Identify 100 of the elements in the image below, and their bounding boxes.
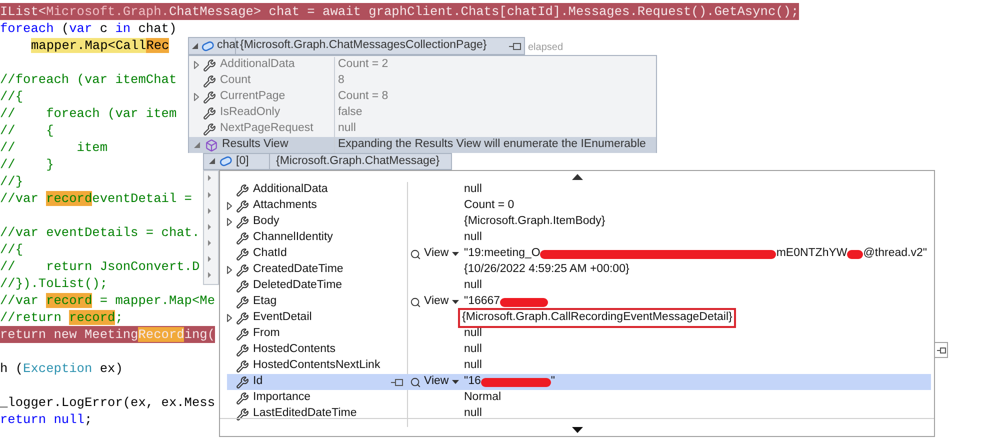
search-icon[interactable] (410, 248, 421, 260)
expand-icon[interactable] (194, 61, 199, 69)
member-name: HostedContentsNextLink (253, 358, 382, 374)
code-line: //var recordeventDetail = (0, 190, 192, 207)
value-text: null (464, 230, 482, 246)
member-row[interactable]: ChatId View "19:meeting_O mE0NTZhYW @thread.v2" (227, 246, 931, 262)
value-text: null (464, 326, 482, 342)
collapse-icon[interactable] (209, 158, 216, 165)
member-row[interactable]: CurrentPage Count = 8 (189, 89, 656, 105)
member-row[interactable]: NextPageRequest null (189, 121, 656, 137)
value-text: "16 (464, 374, 481, 390)
member-row[interactable]: Count 8 (189, 73, 656, 89)
member-row[interactable]: Attachments Count = 0 (227, 198, 931, 214)
code-line: // } (0, 156, 54, 173)
expand-icon[interactable] (194, 93, 199, 101)
member-name: From (253, 326, 281, 342)
pin-tab[interactable] (934, 342, 948, 358)
member-row[interactable]: EventDetail {Microsoft.Graph.CallRecordingEventMessageDetail} (227, 310, 931, 326)
lozenge-icon (219, 156, 233, 167)
code-line: mapper.Map<CallRec (31, 37, 170, 54)
code-line: //} (0, 173, 24, 190)
member-row[interactable]: Importance Normal (227, 390, 931, 406)
pin-icon (936, 346, 946, 354)
value-text: "16667 (464, 294, 500, 310)
member-row[interactable]: Results View Expanding the Results View will enumerate the IEnumerable (189, 137, 656, 153)
search-icon[interactable] (410, 376, 421, 388)
member-name: ChannelIdentity (253, 230, 334, 246)
code-line: h (Exception ex) (0, 360, 123, 377)
member-row[interactable]: AdditionalData null (227, 182, 931, 198)
expand-icon[interactable] (227, 266, 232, 274)
wrench-icon (203, 58, 216, 72)
wrench-icon (236, 408, 249, 420)
scroll-up-icon[interactable] (572, 174, 582, 180)
value-text: {Microsoft.Graph.ItemBody} (464, 214, 606, 230)
pin-icon[interactable] (509, 42, 522, 50)
code-line: //var eventDetails = chat. (0, 224, 200, 241)
caret-icon[interactable] (452, 300, 459, 304)
member-value: Expanding the Results View will enumerate the IEnumerable (337, 137, 646, 152)
member-row[interactable]: HostedContentsNextLink null (227, 358, 931, 374)
value-text: null (464, 182, 482, 198)
member-row[interactable]: AdditionalData Count = 2 (189, 57, 656, 73)
view-button[interactable]: View (424, 245, 449, 263)
wrench-icon (236, 216, 249, 228)
member-name: HostedContents (253, 342, 336, 358)
caret-icon[interactable] (452, 252, 459, 256)
code-line: // { (0, 122, 54, 139)
view-button[interactable]: View (424, 293, 449, 311)
wrench-icon (236, 328, 249, 340)
member-row[interactable]: Etag View "16667 (227, 294, 931, 310)
collapse-icon[interactable] (192, 42, 199, 50)
wrench-icon (236, 248, 249, 260)
value-text: @thread.v2" (863, 246, 927, 262)
pin-icon[interactable] (391, 378, 404, 386)
wrench-icon (236, 312, 249, 324)
wrench-icon (236, 392, 249, 404)
code-line: //}).ToList(); (0, 275, 108, 292)
value-text: null (464, 278, 482, 294)
member-value: null (337, 121, 356, 136)
member-row[interactable]: LastEditedDateTime null (227, 406, 931, 422)
member-name: DeletedDateTime (253, 278, 344, 294)
member-row[interactable]: Id View "16 " (227, 374, 931, 390)
code-line: //foreach (var itemChat (0, 71, 177, 88)
member-row[interactable]: CreatedDateTime {10/26/2022 4:59:25 AM +00:00} (227, 262, 931, 278)
member-row[interactable]: Body {Microsoft.Graph.ItemBody} (227, 214, 931, 230)
code-line: return null; (0, 411, 92, 428)
member-value: 8 (337, 73, 344, 88)
code-line: _logger.LogError(ex, ex.Mess (0, 394, 216, 411)
member-name: CreatedDateTime (253, 262, 344, 278)
collapse-icon[interactable] (194, 142, 201, 148)
member-row[interactable]: HostedContents null (227, 342, 931, 358)
lozenge-icon (201, 40, 215, 52)
value-text: Count = 0 (464, 198, 514, 214)
member-name: Id (253, 374, 264, 390)
expand-icon[interactable] (227, 218, 232, 226)
member-value: Count = 8 (337, 89, 388, 104)
member-row[interactable]: IsReadOnly false (189, 105, 656, 121)
caret-icon[interactable] (452, 380, 459, 384)
code-line: //{ (0, 241, 24, 258)
expand-icon[interactable] (227, 202, 232, 210)
view-button[interactable]: View (424, 373, 449, 391)
code-line: foreach (var c in chat) (0, 20, 177, 37)
member-name: Attachments (253, 198, 318, 214)
value-text: {10/26/2022 4:59:25 AM +00:00} (464, 262, 630, 278)
wrench-icon (203, 122, 216, 136)
member-name: ChatId (253, 246, 288, 262)
member-name: Count (220, 73, 251, 88)
member-name: NextPageRequest (220, 121, 314, 136)
member-name: IsReadOnly (220, 105, 280, 120)
search-icon[interactable] (410, 296, 421, 308)
member-row[interactable]: From null (227, 326, 931, 342)
scroll-down-icon[interactable] (572, 427, 582, 433)
wrench-icon (236, 360, 249, 372)
code-line: // foreach (var item (0, 105, 177, 122)
expand-icon[interactable] (227, 314, 232, 322)
member-name: Body (253, 214, 280, 230)
member-row[interactable]: DeletedDateTime null (227, 278, 931, 294)
member-name: EventDetail (253, 310, 313, 326)
member-name: AdditionalData (220, 57, 295, 72)
member-row[interactable]: ChannelIdentity null (227, 230, 931, 246)
wrench-icon (236, 200, 249, 212)
